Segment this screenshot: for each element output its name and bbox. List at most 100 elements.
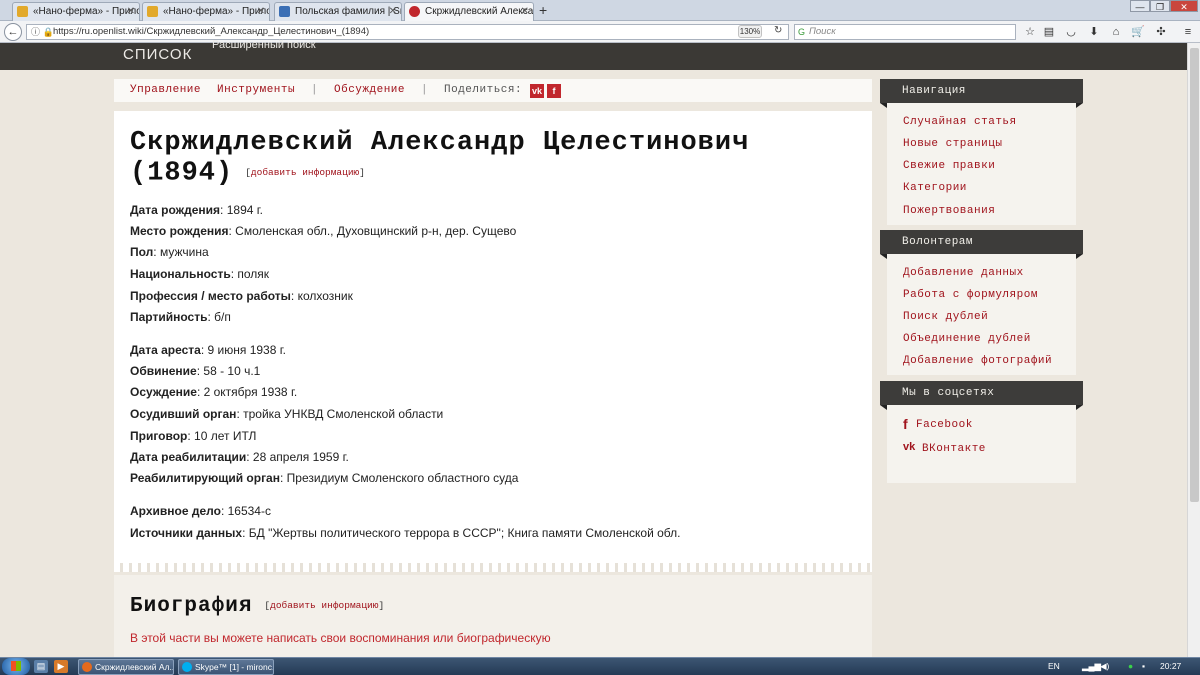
sidebar-link-recent-changes[interactable]: Свежие правки [903, 160, 995, 172]
biography-title: Биография [добавить информацию] [130, 595, 384, 618]
browser-tab[interactable]: Польская фамилия | SmolB... ✕ [274, 2, 402, 21]
explorer-icon[interactable]: ▤ [34, 660, 48, 673]
scrollbar-thumb[interactable] [1190, 48, 1199, 502]
search-engine-icon[interactable]: G [798, 25, 805, 39]
taskbar-item-label: Skype™ [1] - mironc... [195, 662, 274, 672]
field-rehabilitation-date: Дата реабилитации: 28 апреля 1959 г. [130, 450, 349, 464]
firefox-icon [82, 662, 92, 672]
download-icon[interactable]: ⬇ [1087, 24, 1101, 40]
tab-label: Польская фамилия | SmolB... [295, 6, 401, 17]
reload-icon[interactable]: ↻ [774, 25, 782, 36]
facebook-icon[interactable]: f [903, 416, 908, 432]
sidebar-link-merge-duplicates[interactable]: Объединение дублей [903, 333, 1031, 345]
tab-close-icon[interactable]: ✕ [127, 3, 135, 20]
sidebar-link-random[interactable]: Случайная статья [903, 116, 1017, 128]
url-text: https://ru.openlist.wiki/Скржидлевский_А… [53, 26, 370, 37]
navigation-heading: Навигация [880, 79, 1083, 108]
close-window-button[interactable]: ✕ [1170, 0, 1198, 12]
field-party: Партийность: б/п [130, 310, 231, 324]
tray-icon[interactable]: ▪ [1142, 661, 1145, 671]
browser-tab[interactable]: «Нано-ферма» - Приложен... ✕ [12, 2, 140, 21]
new-tab-button[interactable]: + [539, 2, 547, 19]
network-icon[interactable]: ● [1128, 661, 1133, 671]
volunteers-heading: Волонтерам [880, 230, 1083, 259]
browser-tab-strip: «Нано-ферма» - Приложен... ✕ «Нано-ферма… [0, 0, 1200, 22]
biography-add-info-link[interactable]: [добавить информацию] [264, 600, 384, 611]
page-title: Скржидлевский Александр Целестинович (18… [130, 129, 830, 189]
media-player-icon[interactable]: ▶ [54, 660, 68, 673]
addon-icon[interactable]: ✣ [1154, 24, 1168, 40]
tools-link[interactable]: Инструменты [217, 84, 295, 96]
browser-tab[interactable]: «Нано-ферма» - Приложен... ✕ [142, 2, 270, 21]
search-placeholder: Поиск [809, 26, 836, 37]
sidebar-link-facebook[interactable]: Facebook [916, 419, 973, 431]
pocket-icon[interactable]: ◡ [1064, 24, 1078, 40]
favicon-icon [409, 6, 420, 17]
search-input[interactable]: G Поиск [794, 24, 1016, 40]
sidebar-link-vkontakte[interactable]: ВКонтакте [922, 443, 986, 455]
browser-nav-bar: ← ⓘ 🔒 https://ru.openlist.wiki/Скржидлев… [0, 21, 1200, 43]
tab-close-icon[interactable]: ✕ [389, 3, 397, 20]
windows-logo-icon [11, 661, 21, 671]
tab-close-icon[interactable]: ✕ [257, 3, 265, 20]
field-profession: Профессия / место работы: колхозник [130, 289, 353, 303]
cart-icon[interactable]: 🛒 [1131, 24, 1145, 40]
zoom-level-button[interactable]: 130% [738, 25, 762, 38]
biography-hint-text: В этой части вы можете написать свои вос… [130, 631, 551, 645]
signal-icon[interactable]: ▂▄▆ [1082, 661, 1101, 672]
taskbar-item-skype[interactable]: Skype™ [1] - mironc... [178, 659, 274, 675]
tab-label: Скржидлевский Александ... [425, 6, 534, 17]
field-archive-case: Архивное дело: 16534-с [130, 504, 271, 518]
sidebar-link-new-pages[interactable]: Новые страницы [903, 138, 1002, 150]
menu-icon[interactable]: ≡ [1181, 24, 1195, 40]
field-convicting-body: Осудивший орган: тройка УНКВД Смоленской… [130, 407, 444, 421]
field-birth-date: Дата рождения: 1894 г. [130, 203, 263, 217]
clock[interactable]: 20:27 [1160, 661, 1181, 671]
minimize-button[interactable]: — [1130, 0, 1150, 12]
sidebar-link-add-data[interactable]: Добавление данных [903, 267, 1024, 279]
language-indicator[interactable]: EN [1048, 661, 1060, 671]
field-accusation: Обвинение: 58 - 10 ч.1 [130, 364, 261, 378]
vk-share-icon[interactable]: vk [530, 84, 544, 98]
info-icon[interactable]: ⓘ 🔒 [31, 25, 54, 39]
taskbar-item-firefox[interactable]: Скржидлевский Ал... [78, 659, 174, 675]
sidebar-link-categories[interactable]: Категории [903, 182, 967, 194]
favicon-icon [147, 6, 158, 17]
field-rehabilitating-body: Реабилитирующий орган: Президиум Смоленс… [130, 471, 519, 485]
address-bar[interactable]: ⓘ 🔒 https://ru.openlist.wiki/Скржидлевск… [26, 24, 789, 40]
field-nationality: Национальность: поляк [130, 267, 270, 281]
favicon-icon [279, 6, 290, 17]
biography-section: Биография [добавить информацию] В этой ча… [114, 575, 872, 657]
tab-label: «Нано-ферма» - Приложен... [163, 6, 270, 17]
facebook-share-icon[interactable]: f [547, 84, 561, 98]
site-logo[interactable]: СПИСОК [123, 46, 192, 63]
page-scrollbar[interactable] [1187, 43, 1200, 657]
maximize-button[interactable]: ❐ [1150, 0, 1170, 12]
skype-icon [182, 662, 192, 672]
volume-icon[interactable]: ◀) [1100, 661, 1109, 672]
reading-list-icon[interactable]: ▤ [1042, 24, 1056, 40]
browser-tab-active[interactable]: Скржидлевский Александ... ✕ [404, 2, 534, 22]
add-info-link[interactable]: [добавить информацию] [245, 167, 365, 178]
tab-label: «Нано-ферма» - Приложен... [33, 6, 140, 17]
manage-link[interactable]: Управление [130, 84, 201, 96]
sidebar-link-donations[interactable]: Пожертвования [903, 205, 995, 217]
tab-close-icon[interactable]: ✕ [521, 3, 529, 20]
bookmark-star-icon[interactable]: ☆ [1023, 24, 1037, 40]
start-button[interactable] [2, 658, 30, 675]
site-header: СПИСОК Расширенный поиск [0, 39, 1200, 70]
field-gender: Пол: мужчина [130, 245, 209, 259]
person-card: Скржидлевский Александр Целестинович (18… [114, 111, 872, 563]
toolbar-separator: | [311, 84, 318, 96]
discussion-link[interactable]: Обсуждение [334, 84, 405, 96]
sidebar-link-form-work[interactable]: Работа с формуляром [903, 289, 1038, 301]
sidebar-link-find-duplicates[interactable]: Поиск дублей [903, 311, 988, 323]
vkontakte-icon[interactable]: vk [903, 441, 915, 453]
page-title-text: Скржидлевский Александр Целестинович (18… [130, 128, 750, 189]
social-heading: Мы в соцсетях [880, 381, 1083, 410]
home-icon[interactable]: ⌂ [1109, 24, 1123, 40]
sidebar-link-add-photos[interactable]: Добавление фотографий [903, 355, 1052, 367]
favicon-icon [17, 6, 28, 17]
advanced-search-link[interactable]: Расширенный поиск [212, 39, 316, 51]
back-arrow-icon[interactable]: ← [4, 23, 22, 41]
